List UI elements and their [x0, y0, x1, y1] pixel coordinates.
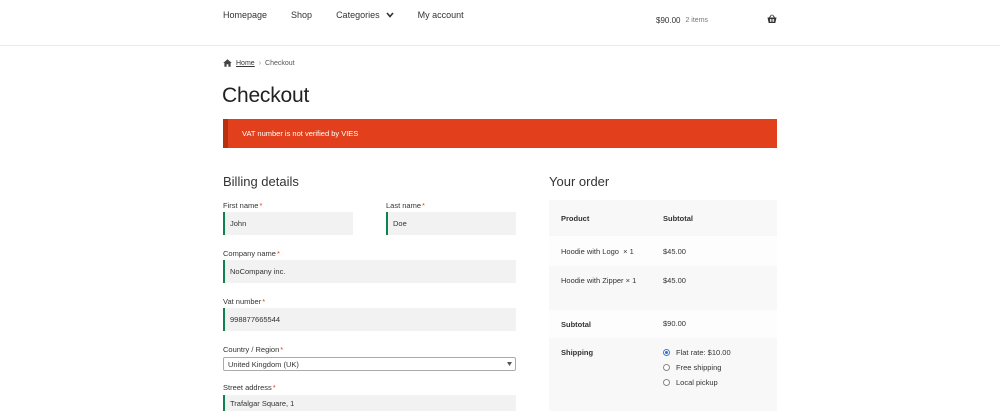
shipping-option-label: Free shipping	[676, 363, 722, 372]
item-qty: × 1	[623, 247, 634, 256]
your-order-title: Your order	[549, 174, 610, 189]
shipping-row: Shipping Flat rate: $10.00 Free shipping…	[549, 338, 777, 411]
breadcrumb-home[interactable]: Home	[236, 60, 255, 67]
required-mark: *	[272, 383, 276, 392]
shipping-option-free[interactable]: Free shipping	[663, 363, 721, 372]
required-mark: *	[280, 345, 284, 354]
order-item-price: $45.00	[663, 276, 686, 285]
first-name-input[interactable]: John	[223, 212, 353, 235]
shipping-label: Shipping	[561, 348, 594, 357]
primary-nav: Homepage Shop Categories My account	[223, 10, 488, 20]
item-name-text: Hoodie with Zipper	[561, 276, 624, 285]
subtotal-row: Subtotal $90.00	[549, 310, 777, 338]
vat-number-label: Vat number*	[223, 297, 265, 306]
table-row: Hoodie with Zipper × 1 $45.00	[549, 266, 777, 310]
order-item-name: Hoodie with Logo × 1	[561, 245, 634, 258]
required-mark: *	[276, 249, 280, 258]
street-address-label: Street address*	[223, 383, 276, 392]
last-name-label: Last name*	[386, 201, 425, 210]
nav-homepage[interactable]: Homepage	[223, 10, 267, 20]
cart-total: $90.00	[656, 16, 681, 25]
item-name-text: Hoodie with Logo	[561, 247, 619, 256]
page-title: Checkout	[222, 84, 310, 107]
first-name-label-text: First name	[223, 201, 259, 210]
required-mark: *	[422, 201, 425, 210]
country-select-value: United Kingdom (UK)	[228, 359, 299, 369]
radio-icon[interactable]	[663, 379, 670, 386]
radio-selected-icon[interactable]	[663, 349, 670, 356]
column-product: Product	[561, 214, 590, 223]
company-name-label-text: Company name	[223, 249, 276, 258]
breadcrumb-separator: ›	[258, 59, 262, 67]
nav-categories-label: Categories	[336, 10, 380, 20]
home-icon	[223, 59, 232, 67]
shipping-option-label: Flat rate: $10.00	[676, 348, 731, 357]
vat-number-label-text: Vat number	[223, 297, 262, 306]
nav-my-account[interactable]: My account	[418, 10, 464, 20]
first-name-label: First name*	[223, 201, 262, 210]
site-header: Homepage Shop Categories My account $90.…	[0, 0, 1000, 46]
required-mark: *	[262, 297, 266, 306]
shipping-option-flat-rate[interactable]: Flat rate: $10.00	[663, 348, 731, 357]
radio-icon[interactable]	[663, 364, 670, 371]
nav-categories[interactable]: Categories	[336, 10, 394, 20]
basket-icon	[767, 14, 777, 23]
nav-shop[interactable]: Shop	[291, 10, 312, 20]
last-name-label-text: Last name	[386, 201, 422, 210]
street-address-label-text: Street address	[223, 383, 272, 392]
country-select[interactable]: United Kingdom (UK)	[223, 357, 516, 371]
required-mark: *	[259, 201, 263, 210]
shipping-option-label: Local pickup	[676, 378, 718, 387]
breadcrumb: Home › Checkout	[223, 59, 295, 67]
caret-down-icon	[507, 362, 512, 366]
item-qty: × 1	[625, 276, 637, 285]
shipping-option-local-pickup[interactable]: Local pickup	[663, 378, 718, 387]
company-name-label: Company name*	[223, 249, 280, 258]
error-notice: VAT number is not verified by VIES	[223, 119, 777, 148]
order-header-row: Product Subtotal	[549, 200, 777, 236]
last-name-input[interactable]: Doe	[386, 212, 516, 235]
country-label: Country / Region*	[223, 345, 283, 354]
order-item-price: $45.00	[663, 247, 686, 256]
cart-count: 2 items	[685, 17, 709, 24]
company-name-input[interactable]: NoCompany inc.	[223, 260, 516, 283]
column-subtotal: Subtotal	[663, 214, 693, 223]
street-address-input[interactable]: Trafalgar Square, 1	[223, 395, 516, 411]
header-cart[interactable]: $90.00 2 items	[656, 14, 777, 25]
country-label-text: Country / Region	[223, 345, 280, 354]
breadcrumb-current: Checkout	[265, 59, 295, 67]
order-item-name: Hoodie with Zipper × 1	[561, 274, 641, 287]
vat-number-input[interactable]: 998877665544	[223, 308, 516, 331]
subtotal-label: Subtotal	[561, 320, 591, 329]
billing-details-title: Billing details	[223, 174, 299, 189]
subtotal-value: $90.00	[663, 319, 686, 328]
table-row: Hoodie with Logo × 1 $45.00	[549, 236, 777, 266]
chevron-down-icon	[385, 12, 394, 18]
